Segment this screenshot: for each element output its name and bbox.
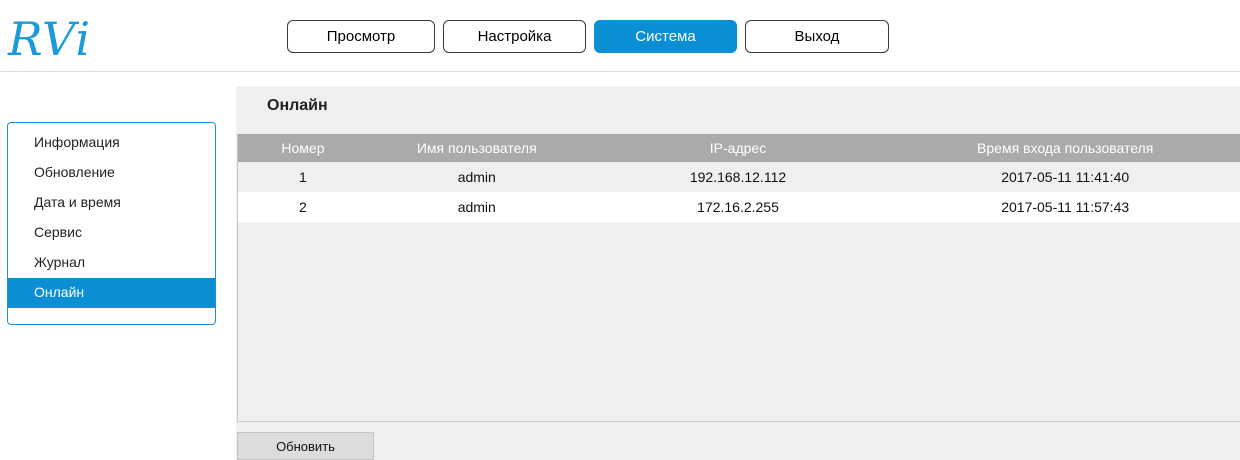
cell-ip: 192.168.12.112 [689,169,787,185]
top-navigation: Просмотр Настройка Система Выход [287,20,889,53]
table-header: Номер Имя пользователя IP-адрес Время вх… [238,134,1240,162]
column-header-login-time: Время входа пользователя [977,140,1154,156]
cell-login-time: 2017-05-11 11:57:43 [1001,199,1130,215]
cell-ip: 172.16.2.255 [697,199,779,215]
column-header-ip: IP-адрес [709,140,767,156]
rvi-logo: RVi [8,12,92,66]
page-title: Онлайн [267,97,328,114]
table-row: 2 admin 172.16.2.255 2017-05-11 11:57:43 [238,192,1240,222]
sidebar-item-online[interactable]: Онлайн [8,278,215,308]
column-header-username: Имя пользователя [416,140,537,156]
sidebar-item-datetime[interactable]: Дата и время [8,188,215,218]
column-header-number: Номер [281,140,325,156]
nav-exit-button[interactable]: Выход [745,20,889,53]
sidebar-menu: Информация Обновление Дата и время Серви… [7,122,216,325]
nav-view-button[interactable]: Просмотр [287,20,435,53]
cell-number: 2 [299,199,307,215]
online-users-table: Номер Имя пользователя IP-адрес Время вх… [237,134,1240,422]
cell-number: 1 [299,169,307,185]
refresh-button[interactable]: Обновить [237,432,374,460]
cell-username: admin [457,199,496,215]
header-divider [0,71,1240,72]
sidebar-item-update[interactable]: Обновление [8,158,215,188]
sidebar-item-info[interactable]: Информация [8,128,215,158]
sidebar-item-log[interactable]: Журнал [8,248,215,278]
nav-system-button[interactable]: Система [594,20,737,53]
cell-login-time: 2017-05-11 11:41:40 [1001,169,1130,185]
main-panel: Онлайн Номер Имя пользователя IP-адрес В… [236,86,1240,460]
cell-username: admin [457,169,496,185]
table-row: 1 admin 192.168.12.112 2017-05-11 11:41:… [238,162,1240,192]
sidebar-item-service[interactable]: Сервис [8,218,215,248]
nav-settings-button[interactable]: Настройка [443,20,586,53]
